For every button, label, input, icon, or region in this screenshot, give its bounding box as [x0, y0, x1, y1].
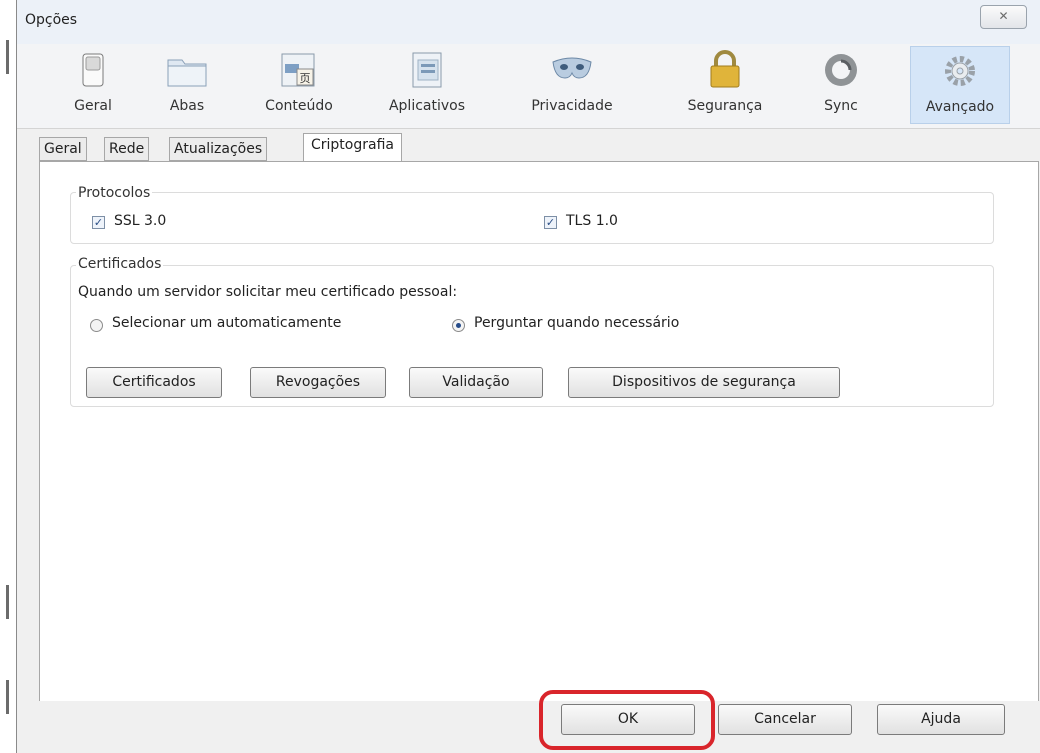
- background-strip: [0, 0, 16, 753]
- toolbar-label: Sync: [824, 98, 858, 114]
- toolbar-label: Conteúdo: [265, 98, 333, 114]
- toolbar-label: Privacidade: [531, 98, 613, 114]
- auto-select-radio[interactable]: [90, 319, 103, 332]
- toolbar-item-sync[interactable]: Sync: [807, 46, 875, 124]
- help-button[interactable]: Ajuda: [877, 704, 1005, 735]
- toolbar-label: Segurança: [687, 98, 763, 114]
- tls-label: TLS 1.0: [566, 213, 618, 229]
- switch-icon: [82, 53, 104, 87]
- toolbar-item-seguranca[interactable]: Segurança: [673, 46, 777, 124]
- tabs-folder-icon: [167, 59, 207, 87]
- ssl-label: SSL 3.0: [114, 213, 167, 229]
- toolbar-item-conteudo[interactable]: 页 Conteúdo: [253, 46, 345, 124]
- ok-highlight-annotation: [539, 690, 715, 750]
- gear-icon: [945, 56, 975, 86]
- svg-text:页: 页: [300, 72, 311, 85]
- left-edge-mark: [6, 680, 9, 714]
- content-icon: 页: [281, 53, 315, 87]
- options-dialog: Opções ✕ Geral Abas 页 Conteúdo Aplicativ…: [16, 0, 1040, 753]
- tab-rede[interactable]: Rede: [104, 137, 150, 161]
- cancel-button[interactable]: Cancelar: [718, 704, 852, 735]
- tls-checkbox[interactable]: ✓: [544, 216, 557, 229]
- toolbar-item-privacidade[interactable]: Privacidade: [511, 46, 633, 124]
- auto-select-label: Selecionar um automaticamente: [112, 315, 342, 331]
- toolbar-item-aplicativos[interactable]: Aplicativos: [369, 46, 485, 124]
- protocols-title: Protocolos: [76, 185, 153, 201]
- applications-icon: [412, 52, 442, 88]
- tab-geral[interactable]: Geral: [39, 137, 87, 161]
- left-edge-mark: [6, 585, 9, 619]
- toolbar-label: Abas: [169, 98, 205, 114]
- revocations-button[interactable]: Revogações: [250, 367, 386, 398]
- padlock-icon: [710, 50, 740, 88]
- toolbar-item-geral[interactable]: Geral: [57, 46, 129, 124]
- ask-when-needed-radio[interactable]: [452, 319, 465, 332]
- validation-button[interactable]: Validação: [409, 367, 543, 398]
- tab-atualizacoes[interactable]: Atualizações: [169, 137, 268, 161]
- left-edge-mark: [6, 40, 9, 74]
- security-devices-button[interactable]: Dispositivos de segurança: [568, 367, 840, 398]
- toolbar-label: Avançado: [925, 99, 995, 115]
- ssl-checkbox[interactable]: ✓: [92, 216, 105, 229]
- toolbar-label: Aplicativos: [388, 98, 466, 114]
- certificate-prompt: Quando um servidor solicitar meu certifi…: [78, 284, 458, 300]
- title-bar: Opções ✕: [17, 0, 1040, 45]
- tab-criptografia[interactable]: Criptografia: [303, 133, 402, 162]
- sync-icon: [825, 54, 857, 86]
- toolbar-item-abas[interactable]: Abas: [149, 46, 225, 124]
- crypto-panel: Protocolos ✓ SSL 3.0 ✓ TLS 1.0 Certifica…: [39, 161, 1039, 701]
- close-icon: ✕: [998, 9, 1009, 23]
- close-button[interactable]: ✕: [980, 5, 1027, 29]
- toolbar-item-avancado[interactable]: Avançado: [910, 46, 1010, 124]
- privacy-mask-icon: [552, 57, 592, 79]
- ask-when-needed-label: Perguntar quando necessário: [474, 315, 680, 331]
- window-title: Opções: [25, 12, 78, 28]
- protocols-group: [70, 192, 994, 244]
- certificates-button[interactable]: Certificados: [86, 367, 222, 398]
- preferences-toolbar: Geral Abas 页 Conteúdo Aplicativos Privac…: [17, 44, 1040, 129]
- toolbar-label: Geral: [74, 98, 112, 114]
- certificates-title: Certificados: [76, 256, 164, 272]
